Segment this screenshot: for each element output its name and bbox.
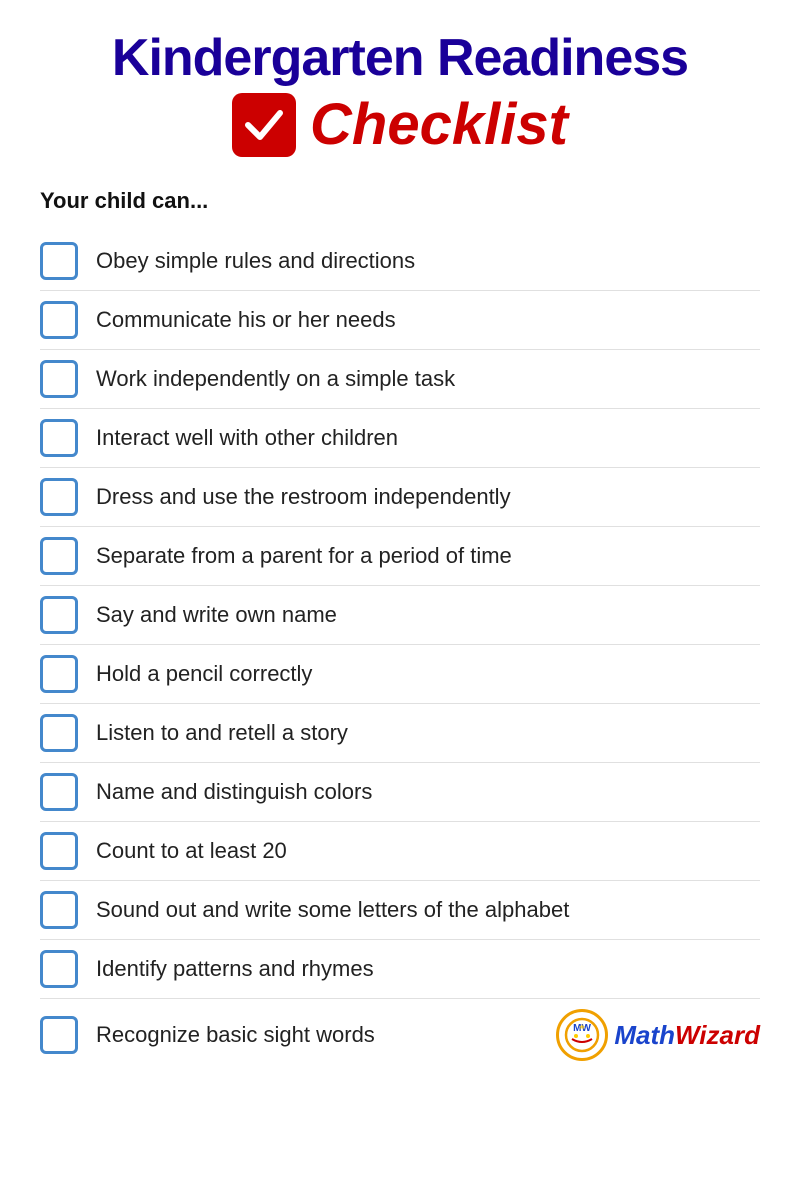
item-text-14: Recognize basic sight words — [96, 1022, 538, 1048]
checkbox-1[interactable] — [40, 242, 78, 280]
list-item: Say and write own name — [40, 586, 760, 645]
mathwizard-logo: MW MathWizard — [556, 1009, 760, 1061]
list-item: Recognize basic sight words MW — [40, 999, 760, 1071]
title-checklist: Checklist — [310, 91, 568, 158]
list-item: Obey simple rules and directions — [40, 232, 760, 291]
checkbox-11[interactable] — [40, 832, 78, 870]
checkbox-10[interactable] — [40, 773, 78, 811]
item-text-10: Name and distinguish colors — [96, 779, 760, 805]
list-item: Identify patterns and rhymes — [40, 940, 760, 999]
mw-brand-text: MathWizard — [614, 1020, 760, 1051]
checkmark-icon — [232, 93, 296, 157]
list-item: Separate from a parent for a period of t… — [40, 527, 760, 586]
mw-circle-icon: MW — [556, 1009, 608, 1061]
list-item: Count to at least 20 — [40, 822, 760, 881]
checkbox-3[interactable] — [40, 360, 78, 398]
list-item: Communicate his or her needs — [40, 291, 760, 350]
checkbox-14[interactable] — [40, 1016, 78, 1054]
checkbox-7[interactable] — [40, 596, 78, 634]
checkbox-2[interactable] — [40, 301, 78, 339]
checkbox-9[interactable] — [40, 714, 78, 752]
item-text-4: Interact well with other children — [96, 425, 760, 451]
item-text-1: Obey simple rules and directions — [96, 248, 760, 274]
list-item: Listen to and retell a story — [40, 704, 760, 763]
list-item: Sound out and write some letters of the … — [40, 881, 760, 940]
checkbox-13[interactable] — [40, 950, 78, 988]
item-text-2: Communicate his or her needs — [96, 307, 760, 333]
list-item: Dress and use the restroom independently — [40, 468, 760, 527]
item-text-8: Hold a pencil correctly — [96, 661, 760, 687]
list-item: Work independently on a simple task — [40, 350, 760, 409]
item-text-3: Work independently on a simple task — [96, 366, 760, 392]
checkbox-4[interactable] — [40, 419, 78, 457]
checkbox-6[interactable] — [40, 537, 78, 575]
item-text-9: Listen to and retell a story — [96, 720, 760, 746]
list-item: Name and distinguish colors — [40, 763, 760, 822]
item-text-12: Sound out and write some letters of the … — [96, 897, 760, 923]
page-header: Kindergarten Readiness Checklist — [40, 30, 760, 158]
item-text-6: Separate from a parent for a period of t… — [96, 543, 760, 569]
checkbox-5[interactable] — [40, 478, 78, 516]
item-text-13: Identify patterns and rhymes — [96, 956, 760, 982]
item-text-11: Count to at least 20 — [96, 838, 760, 864]
title-line2: Checklist — [40, 91, 760, 158]
checkbox-12[interactable] — [40, 891, 78, 929]
list-item: Hold a pencil correctly — [40, 645, 760, 704]
item-text-7: Say and write own name — [96, 602, 760, 628]
title-line1: Kindergarten Readiness — [40, 30, 760, 87]
checklist: Obey simple rules and directions Communi… — [40, 232, 760, 1071]
checkbox-8[interactable] — [40, 655, 78, 693]
subtitle: Your child can... — [40, 188, 760, 214]
item-text-5: Dress and use the restroom independently — [96, 484, 760, 510]
list-item: Interact well with other children — [40, 409, 760, 468]
